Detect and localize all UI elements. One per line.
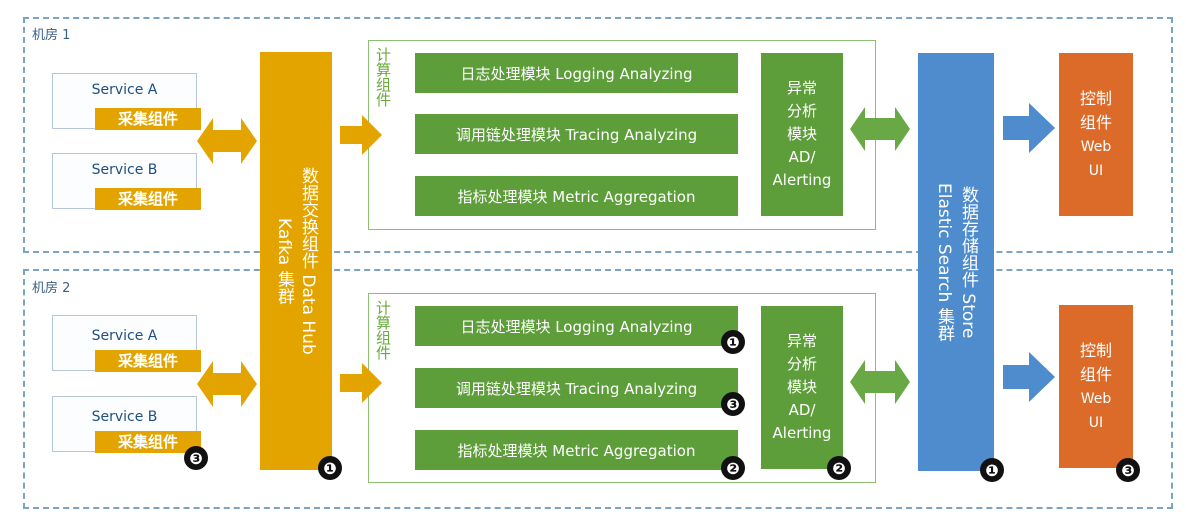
room-2-label: 机房 2: [32, 281, 71, 296]
ad-line: Alerting: [772, 424, 832, 442]
service-a-name: Service A: [91, 82, 158, 98]
console-line: 组件: [1079, 112, 1112, 132]
kafka-title: 数据交换组件 Data Hub: [298, 167, 318, 355]
ad-line: AD/: [788, 401, 816, 419]
kafka-badge: ❶: [318, 456, 342, 480]
storage-console-arrow: [1003, 103, 1055, 153]
console-web-ui: 控制 组件 Web UI: [1059, 305, 1133, 468]
console-line: 控制: [1079, 88, 1112, 108]
ad-line: 模块: [786, 125, 817, 143]
ad-alerting-module: 异常 分析 模块 AD/ Alerting: [761, 306, 843, 469]
service-b-name: Service B: [91, 162, 158, 178]
console-line: UI: [1088, 162, 1104, 179]
ad-line: 分析: [786, 355, 817, 373]
collector-label: 采集组件: [95, 350, 201, 372]
ad-line: 异常: [786, 332, 817, 350]
compute-group-title: 计算组件: [374, 300, 392, 360]
metric-badge: ❷: [721, 456, 745, 480]
console-web-ui: 控制 组件 Web UI: [1059, 53, 1133, 216]
tracing-badge: ❸: [721, 392, 745, 416]
collector-label: 采集组件: [95, 188, 201, 210]
tracing-module: 调用链处理模块 Tracing Analyzing: [415, 114, 738, 154]
service-b-box-room2: Service B 采集组件: [52, 396, 201, 453]
compute-storage-double-arrow: [850, 360, 910, 404]
service-b-name: Service B: [91, 409, 158, 425]
service-kafka-double-arrow: [197, 118, 257, 164]
kafka-data-hub: 数据交换组件 Data Hub Kafka 集群: [260, 52, 332, 470]
kafka-subtitle: Kafka 集群: [274, 217, 294, 305]
metric-module: 指标处理模块 Metric Aggregation: [415, 430, 738, 470]
storage-console-arrow: [1003, 352, 1055, 402]
compute-storage-double-arrow: [850, 107, 910, 151]
kafka-compute-arrow: [340, 363, 382, 403]
storage-subtitle: Elastic Search 集群: [934, 182, 954, 342]
console-line: Web: [1080, 138, 1112, 155]
storage-title: 数据存储组件 Store: [958, 185, 978, 339]
ad-alerting-module: 异常 分析 模块 AD/ Alerting: [761, 53, 843, 216]
room-1-label: 机房 1: [32, 28, 71, 43]
service-a-name: Service A: [91, 328, 158, 344]
ad-badge: ❷: [827, 456, 851, 480]
console-line: 组件: [1079, 364, 1112, 384]
elastic-search-store: 数据存储组件 Store Elastic Search 集群: [918, 53, 994, 471]
ad-line: 模块: [786, 378, 817, 396]
service-a-box-room2: Service A 采集组件: [52, 315, 201, 372]
compute-group-title: 计算组件: [374, 47, 392, 107]
console-badge: ❸: [1116, 458, 1140, 482]
collector-badge: ❸: [184, 446, 208, 470]
service-a-box-room1: Service A 采集组件: [52, 73, 201, 130]
tracing-module: 调用链处理模块 Tracing Analyzing: [415, 368, 738, 408]
logging-module: 日志处理模块 Logging Analyzing: [415, 306, 738, 346]
ad-line: 异常: [786, 79, 817, 97]
storage-badge: ❶: [980, 458, 1004, 482]
service-kafka-double-arrow: [197, 361, 257, 407]
console-line: Web: [1080, 390, 1112, 407]
ad-line: Alerting: [772, 171, 832, 189]
ad-line: AD/: [788, 148, 816, 166]
logging-badge: ❶: [721, 330, 745, 354]
console-line: UI: [1088, 414, 1104, 431]
service-b-box-room1: Service B 采集组件: [52, 153, 201, 210]
collector-label: 采集组件: [95, 108, 201, 130]
ad-line: 分析: [786, 102, 817, 120]
metric-module: 指标处理模块 Metric Aggregation: [415, 176, 738, 216]
console-line: 控制: [1079, 340, 1112, 360]
kafka-compute-arrow: [340, 115, 382, 155]
logging-module: 日志处理模块 Logging Analyzing: [415, 53, 738, 93]
collector-label: 采集组件: [95, 431, 201, 453]
